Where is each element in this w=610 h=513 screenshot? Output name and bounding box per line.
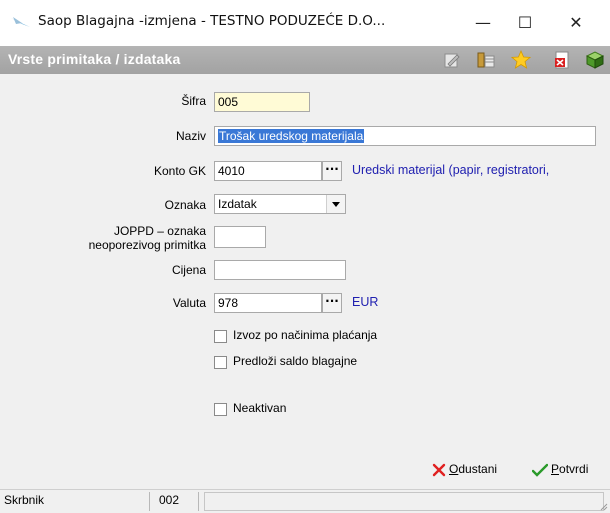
naziv-label: Naziv [175,129,206,143]
izvoz-checkbox[interactable] [214,330,227,343]
konto-browse-button[interactable]: ··· [322,161,342,181]
izvoz-label[interactable]: Izvoz po načinima plaćanja [233,328,377,342]
joppd-label-line1: JOPPD – oznaka [113,224,206,238]
window-title: Saop Blagajna -izmjena - TESTNO PODUZEĆE… [38,13,386,29]
form-body: Šifra 005 Naziv Trošak uredskog materija… [0,74,610,450]
star-icon[interactable] [511,50,531,70]
cijena-input[interactable] [214,260,346,280]
form-title: Vrste primitaka / izdataka [8,51,181,67]
confirm-accel: P [551,462,560,476]
maximize-button[interactable]: ☐ [505,10,545,36]
valuta-input[interactable]: 978 [214,293,322,313]
valuta-label: Valuta [172,296,206,310]
valuta-browse-button[interactable]: ··· [322,293,342,313]
valuta-description: EUR [352,295,379,309]
predlozi-checkbox[interactable] [214,356,227,369]
sifra-input[interactable]: 005 [214,92,310,112]
confirm-button[interactable]: Potvrdi [532,458,588,480]
oznaka-label: Oznaka [164,198,206,212]
cancel-label: dustani [458,462,498,476]
checkmark-icon [532,463,548,477]
close-icon [432,463,446,477]
cijena-label: Cijena [171,263,206,277]
minimize-button[interactable]: — [463,10,503,36]
sifra-label: Šifra [181,94,206,108]
cancel-button[interactable]: Odustani [432,458,497,480]
joppd-label-line2: neoporezivog primitka [88,238,206,252]
oznaka-select[interactable]: Izdatak [214,194,346,214]
status-user: Skrbnik [0,492,150,511]
konto-label: Konto GK [153,164,206,178]
form-header: Vrste primitaka / izdataka [0,46,610,74]
neaktivan-label[interactable]: Neaktivan [233,401,286,415]
export-icon[interactable] [585,50,605,70]
confirm-label: otvrdi [559,462,589,476]
columns-icon[interactable] [476,50,496,70]
konto-description: Uredski materijal (papir, registratori, [352,163,550,177]
status-code: 002 [155,492,199,511]
oznaka-value: Izdatak [218,197,257,211]
close-button[interactable]: ✕ [556,10,596,36]
joppd-input[interactable] [214,226,266,248]
status-message [204,492,604,511]
cancel-accel: O [449,462,459,476]
neaktivan-checkbox[interactable] [214,403,227,416]
app-logo-icon [11,17,30,27]
edit-icon[interactable] [442,50,462,70]
resize-grip-icon[interactable] [598,501,608,511]
delete-icon[interactable] [552,50,572,70]
naziv-value: Trošak uredskog materijala [218,129,365,143]
konto-input[interactable]: 4010 [214,161,322,181]
window-titlebar: Saop Blagajna -izmjena - TESTNO PODUZEĆE… [0,0,610,46]
chevron-down-icon[interactable] [326,195,345,213]
naziv-input[interactable]: Trošak uredskog materijala [214,126,596,146]
predlozi-label[interactable]: Predloži saldo blagajne [233,354,357,368]
joppd-label: JOPPD – oznaka neoporezivog primitka [89,224,206,252]
status-bar: Skrbnik 002 [0,489,610,513]
